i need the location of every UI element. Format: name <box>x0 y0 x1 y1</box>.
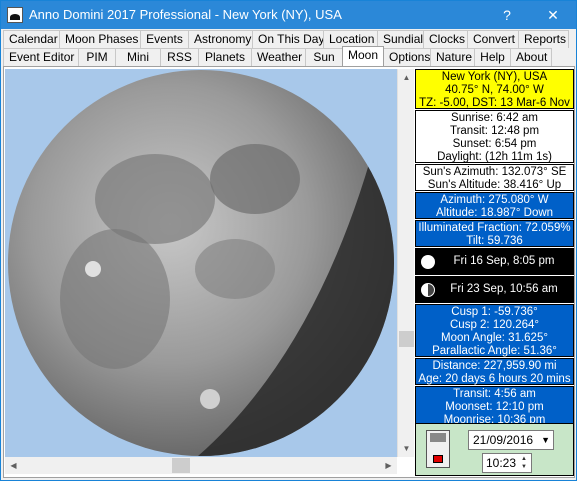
tab-pim[interactable]: PIM <box>78 48 116 66</box>
parallactic-angle-text: Parallactic Angle: 51.36° <box>432 345 557 357</box>
moon-altitude-text: Altitude: 18.987° Down <box>435 207 554 219</box>
scroll-right-arrow-icon[interactable]: ▶ <box>380 457 397 474</box>
spin-arrows-icon[interactable]: ▲ ▼ <box>518 455 530 471</box>
title-bar[interactable]: Anno Domini 2017 Professional - New York… <box>1 1 576 29</box>
moon-azimuth-text: Azimuth: 275.080° W <box>440 194 549 206</box>
sunset-text: Sunset: 6:54 pm <box>452 138 537 150</box>
tab-rss[interactable]: RSS <box>160 48 199 66</box>
moon-times-box: Transit: 4:56 am Moonset: 12:10 pm Moonr… <box>415 386 574 426</box>
moon-position-box: Azimuth: 275.080° W Altitude: 18.987° Do… <box>415 192 574 219</box>
tab-planets[interactable]: Planets <box>198 48 252 66</box>
tab-nature[interactable]: Nature <box>430 48 475 66</box>
moon-illumination-box: Illuminated Fraction: 72.059% Tilt: 59.7… <box>415 220 574 247</box>
sun-transit-text: Transit: 12:48 pm <box>449 125 540 137</box>
tab-row-2: Event Editor PIM Mini RSS Planets Weathe… <box>3 46 552 66</box>
moon-image <box>8 70 394 456</box>
vertical-scrollbar[interactable]: ▲ ▼ <box>397 69 414 457</box>
tab-sun[interactable]: Sun <box>305 48 343 66</box>
tab-moon[interactable]: Moon <box>342 46 384 66</box>
moon-view[interactable] <box>5 69 397 457</box>
time-value: 10:23 <box>486 456 517 470</box>
full-moon-icon <box>421 254 435 269</box>
tab-moon-phases[interactable]: Moon Phases <box>59 30 141 48</box>
app-window: Anno Domini 2017 Professional - New York… <box>0 0 577 481</box>
sun-position-box: Sun's Azimuth: 132.073° SE Sun's Altitud… <box>415 164 574 191</box>
daylight-text: Daylight: (12h 11m 1s) <box>437 151 552 163</box>
tab-calendar[interactable]: Calendar <box>3 30 60 48</box>
tab-row-1: Calendar Moon Phases Events Astronomy On… <box>3 30 569 48</box>
tab-sundial[interactable]: Sundial <box>377 30 424 48</box>
location-name: New York (NY), USA <box>441 71 548 83</box>
tab-mini[interactable]: Mini <box>115 48 161 66</box>
moon-info-panel: New York (NY), USA 40.75° N, 74.00° W TZ… <box>415 69 574 427</box>
sunrise-text: Sunrise: 6:42 am <box>451 112 538 124</box>
sun-azimuth-text: Sun's Azimuth: 132.073° SE <box>422 166 567 178</box>
age-text: Age: 20 days 6 hours 20 mins <box>418 373 571 385</box>
calendar-icon[interactable] <box>426 430 450 468</box>
scroll-up-arrow-icon[interactable]: ▲ <box>398 69 415 86</box>
tab-reports[interactable]: Reports <box>518 30 569 48</box>
tab-about[interactable]: About <box>510 48 552 66</box>
scroll-left-arrow-icon[interactable]: ◀ <box>5 457 22 474</box>
app-icon[interactable] <box>7 7 23 23</box>
date-time-panel: 21/09/2016 ▼ 10:23 ▲ ▼ <box>415 423 574 476</box>
next-full-moon-row: Fri 16 Sep, 8:05 pm <box>415 248 574 275</box>
illuminated-fraction-text: Illuminated Fraction: 72.059% <box>418 222 571 234</box>
sun-times-box: Sunrise: 6:42 am Transit: 12:48 pm Sunse… <box>415 110 574 163</box>
next-last-quarter-row: Fri 23 Sep, 10:56 am <box>415 276 574 303</box>
cusp2-text: Cusp 2: 120.264° <box>450 319 539 331</box>
moon-transit-text: Transit: 4:56 am <box>453 388 536 400</box>
location-box: New York (NY), USA 40.75° N, 74.00° W TZ… <box>415 69 574 109</box>
tab-options[interactable]: Options <box>383 48 431 66</box>
tab-on-this-day[interactable]: On This Day <box>252 30 324 48</box>
scroll-down-arrow-icon[interactable]: ▼ <box>398 440 415 457</box>
tab-weather[interactable]: Weather <box>251 48 306 66</box>
time-spinner[interactable]: 10:23 ▲ ▼ <box>482 453 532 473</box>
horizontal-scroll-thumb[interactable] <box>172 458 190 473</box>
help-button[interactable]: ? <box>484 1 530 29</box>
location-coords: 40.75° N, 74.00° W <box>445 84 544 96</box>
vertical-scroll-thumb[interactable] <box>399 331 414 347</box>
tilt-text: Tilt: 59.736 <box>466 235 523 247</box>
moon-distance-box: Distance: 227,959.90 mi Age: 20 days 6 h… <box>415 358 574 385</box>
location-timezone: TZ: -5.00, DST: 13 Mar-6 Nov <box>419 97 570 109</box>
tab-help[interactable]: Help <box>474 48 511 66</box>
moonset-text: Moonset: 12:10 pm <box>445 401 544 413</box>
last-quarter-date: Fri 23 Sep, 10:56 am <box>450 283 558 295</box>
date-picker[interactable]: 21/09/2016 ▼ <box>468 430 554 450</box>
tab-clocks[interactable]: Clocks <box>423 30 468 48</box>
window-title: Anno Domini 2017 Professional - New York… <box>29 7 342 22</box>
tab-astronomy[interactable]: Astronomy <box>188 30 253 48</box>
tab-events[interactable]: Events <box>140 30 189 48</box>
distance-text: Distance: 227,959.90 mi <box>432 360 557 372</box>
full-moon-date: Fri 16 Sep, 8:05 pm <box>453 255 555 267</box>
tab-event-editor[interactable]: Event Editor <box>3 48 79 66</box>
moon-angle-text: Moon Angle: 31.625° <box>441 332 548 344</box>
horizontal-scrollbar[interactable]: ◀ ▶ <box>5 457 397 474</box>
close-button[interactable]: ✕ <box>530 1 576 29</box>
cusp1-text: Cusp 1: -59.736° <box>451 306 538 318</box>
tab-convert[interactable]: Convert <box>467 30 519 48</box>
date-value: 21/09/2016 <box>473 433 534 447</box>
last-quarter-icon <box>421 282 435 297</box>
sun-altitude-text: Sun's Altitude: 38.416° Up <box>427 179 562 191</box>
chevron-down-icon[interactable]: ▼ <box>541 431 550 449</box>
moon-angles-box: Cusp 1: -59.736° Cusp 2: 120.264° Moon A… <box>415 304 574 357</box>
